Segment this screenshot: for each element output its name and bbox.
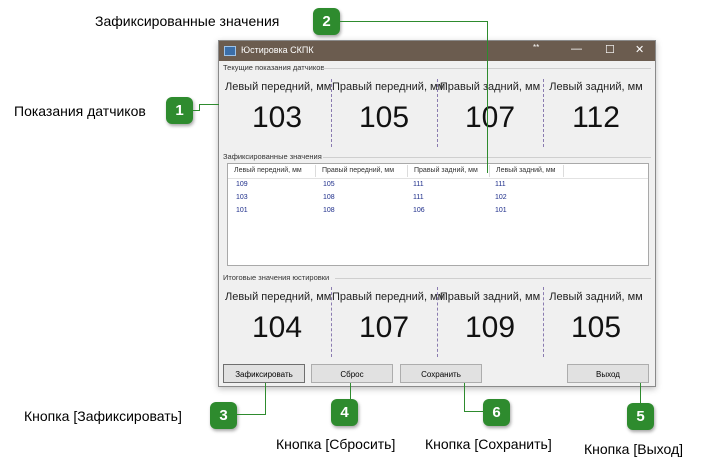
table-cell: 108 [323,207,335,214]
reset-button[interactable]: Сброс [311,364,393,383]
table-cell: 111 [413,194,424,201]
final-sensor-left-rear: Левый задний, мм 105 [544,291,648,359]
sensor-value: 105 [570,311,622,344]
callout-line [199,104,200,111]
table-cell: 111 [413,181,424,188]
callout-fixed-values: Зафиксированные значения [95,13,280,29]
callout-line [464,383,465,411]
callout-badge-5: 5 [627,403,654,430]
table-cell: 103 [236,194,248,201]
window-title: Юстировка СКПК [241,45,314,55]
callout-line [237,414,265,415]
table-cell: 101 [236,207,248,214]
callout-line [265,383,266,415]
callout-save-button: Кнопка [Сохранить] [425,436,552,452]
callout-line [640,383,641,403]
final-values-label: Итоговые значения юстировки [223,273,330,282]
sensor-value: 103 [251,101,303,134]
exit-button[interactable]: Выход [567,364,649,383]
callout-badge-1: 1 [166,97,193,124]
column-header[interactable]: Правый задний, мм [408,165,490,177]
final-sensor-left-front: Левый передний, мм 104 [225,291,332,359]
sensor-value: 107 [358,311,410,344]
table-cell: 108 [323,194,335,201]
title-bar[interactable]: Юстировка СКПК ** — ☐ ✕ [219,41,655,61]
group-divider [335,278,651,279]
current-sensor-left-rear: Левый задний, мм 112 [544,81,648,149]
sensor-label: Правый передний, мм [332,291,446,303]
table-cell: 102 [495,194,507,201]
sensor-label: Левый задний, мм [549,81,643,93]
table-cell: 106 [413,207,425,214]
close-icon[interactable]: ✕ [635,43,644,56]
sensor-label: Левый передний, мм [225,81,332,93]
sensor-value: 105 [358,101,410,134]
current-sensor-right-front: Правый передний, мм 105 [332,81,446,149]
table-row[interactable]: 103 108 111 102 [228,194,648,206]
sensor-value: 104 [251,311,303,344]
table-cell: 111 [495,181,506,188]
callout-badge-3: 3 [210,402,237,429]
table-cell: 105 [323,181,335,188]
callout-badge-4: 4 [331,399,358,426]
fixed-values-label: Зафиксированные значения [223,152,322,161]
callout-sensor-readings: Показания датчиков [14,103,146,119]
table-row[interactable]: 109 105 111 111 [228,181,648,193]
current-sensor-left-front: Левый передний, мм 103 [225,81,332,149]
sensor-label: Правый задний, мм [439,291,541,303]
column-header[interactable]: Левый задний, мм [490,165,564,177]
sensor-label: Левый передний, мм [225,291,332,303]
callout-badge-2: 2 [313,8,340,35]
title-marker: ** [533,43,540,52]
sensor-label: Левый задний, мм [549,291,643,303]
sensor-label: Правый задний, мм [439,81,541,93]
callout-reset-button: Кнопка [Сбросить] [276,436,396,452]
sensor-value: 109 [464,311,516,344]
table-cell: 109 [236,181,248,188]
callout-line [487,21,488,173]
table-cell: 101 [495,207,507,214]
sensor-value: 107 [464,101,516,134]
fixed-values-table[interactable]: Левый передний, мм Правый передний, мм П… [227,163,649,266]
header-divider [228,178,648,179]
callout-exit-button: Кнопка [Выход] [584,441,684,457]
callout-fix-button: Кнопка [Зафиксировать] [24,408,182,424]
sensor-label: Правый передний, мм [332,81,446,93]
column-header[interactable]: Правый передний, мм [316,165,408,177]
current-readings-label: Текущие показания датчиков [223,63,325,72]
minimize-icon[interactable]: — [571,43,582,55]
callout-line [340,21,488,22]
column-header[interactable]: Левый передний, мм [228,165,316,177]
save-button[interactable]: Сохранить [400,364,482,383]
callout-line [199,104,219,105]
sensor-value: 112 [572,101,620,134]
callout-badge-6: 6 [483,399,510,426]
final-sensor-right-front: Правый передний, мм 107 [332,291,446,359]
maximize-icon[interactable]: ☐ [605,43,615,56]
callout-line [350,383,351,399]
app-icon [224,46,236,56]
table-row[interactable]: 101 108 106 101 [228,207,648,219]
current-sensor-right-rear: Правый задний, мм 107 [438,81,542,149]
callout-line [464,411,483,412]
final-sensor-right-rear: Правый задний, мм 109 [438,291,542,359]
app-window: Юстировка СКПК ** — ☐ ✕ Текущие показани… [218,40,656,387]
fix-button[interactable]: Зафиксировать [223,364,305,383]
